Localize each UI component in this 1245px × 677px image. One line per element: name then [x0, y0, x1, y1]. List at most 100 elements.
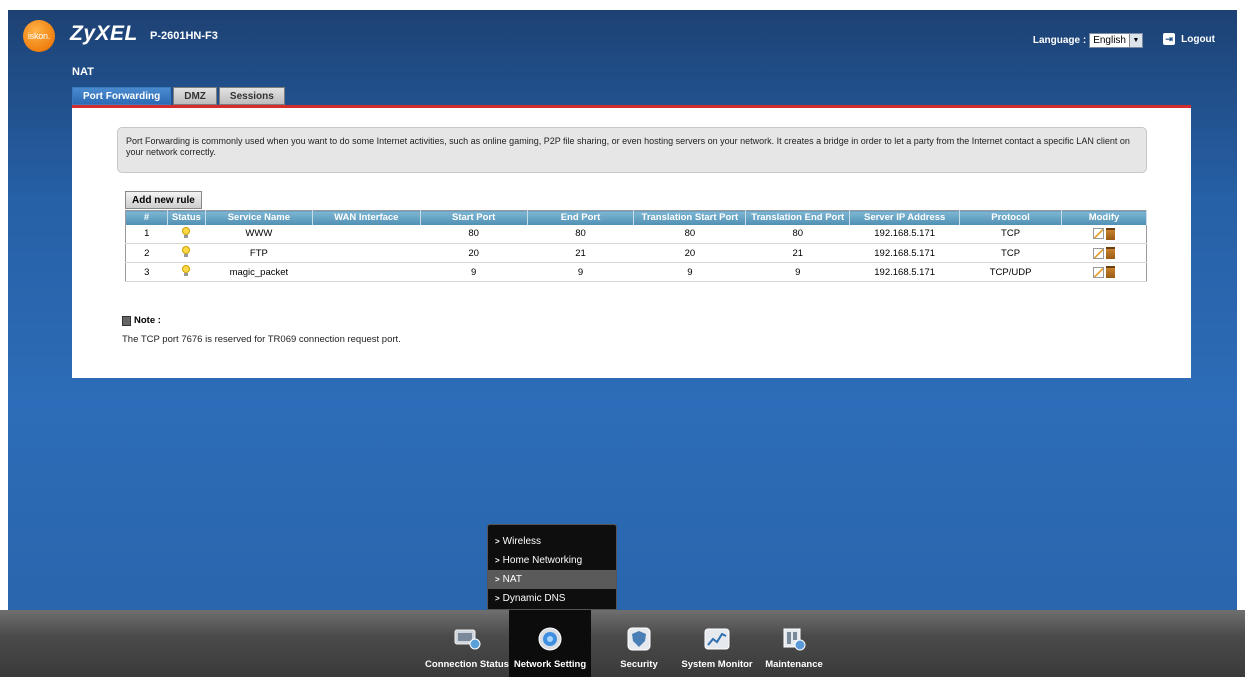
chevron-right-icon: > — [495, 594, 500, 603]
header: iskon. ZyXEL P-2601HN-F3 Language : Engl… — [8, 10, 1237, 62]
nav-label: Maintenance — [765, 659, 823, 670]
modify-cell — [1061, 262, 1147, 282]
chevron-right-icon: > — [495, 556, 500, 565]
col-end-port: End Port — [527, 210, 635, 225]
row-number: 1 — [125, 224, 168, 244]
note-section: Note : The TCP port 7676 is reserved for… — [122, 315, 401, 345]
nav-label: Connection Status — [425, 659, 509, 670]
service-name-cell: magic_packet — [205, 262, 313, 282]
nav-connection-status[interactable]: Connection Status — [425, 610, 509, 677]
submenu-item-dynamic-dns[interactable]: > Dynamic DNS — [488, 589, 616, 608]
col-modify: Modify — [1061, 210, 1147, 225]
delete-icon[interactable] — [1105, 227, 1115, 240]
status-bulb-icon — [182, 246, 191, 257]
nav-maintenance[interactable]: Maintenance — [763, 610, 825, 677]
translation-start-port-cell: 9 — [633, 262, 746, 282]
col-number: # — [125, 210, 168, 225]
row-number: 3 — [125, 262, 168, 282]
note-icon — [122, 315, 131, 326]
protocol-cell: TCP — [959, 243, 1062, 263]
isp-logo: iskon. — [23, 20, 55, 52]
network-setting-submenu: > Wireless > Home Networking > NAT > Dynamic… — [487, 524, 617, 610]
tab-bar: Port Forwarding DMZ Sessions — [72, 87, 287, 105]
table-row: 3 magic_packet 9 9 9 9 192.168.5.171 TCP… — [125, 262, 1147, 282]
note-text: The TCP port 7676 is reserved for TR069 … — [122, 334, 401, 345]
nav-network-setting[interactable]: Network Setting — [509, 610, 591, 677]
nav-system-monitor[interactable]: System Monitor — [678, 610, 756, 677]
status-bulb-icon — [182, 226, 191, 238]
wan-interface-cell — [312, 224, 421, 244]
edit-icon[interactable] — [1092, 247, 1104, 259]
chevron-right-icon: > — [495, 537, 500, 546]
col-service-name: Service Name — [205, 210, 313, 225]
language-label: Language : — [1032, 35, 1087, 46]
row-number: 2 — [125, 243, 168, 263]
table-header-row: # Status Service Name WAN Interface Star… — [125, 210, 1147, 225]
tab-sessions[interactable]: Sessions — [218, 87, 285, 105]
submenu-item-nat[interactable]: > NAT — [488, 570, 616, 589]
content-panel: Port Forwarding is commonly used when yo… — [72, 108, 1191, 378]
protocol-cell: TCP/UDP — [959, 262, 1062, 282]
col-translation-end-port: Translation End Port — [745, 210, 851, 225]
brand-logo: ZyXEL — [70, 22, 138, 45]
add-new-rule-button[interactable]: Add new rule — [125, 191, 202, 209]
service-name-cell: FTP — [205, 243, 313, 263]
delete-icon[interactable] — [1105, 266, 1115, 278]
submenu-item-home-networking[interactable]: > Home Networking — [488, 551, 616, 570]
security-shield-icon — [625, 627, 653, 651]
note-heading: Note : — [122, 315, 401, 326]
edit-icon[interactable] — [1092, 266, 1104, 278]
translation-start-port-cell: 80 — [633, 224, 746, 244]
tab-port-forwarding[interactable]: Port Forwarding — [72, 87, 172, 105]
col-translation-start-port: Translation Start Port — [633, 210, 747, 225]
maintenance-icon — [780, 627, 808, 651]
nav-label: Security — [620, 659, 658, 670]
end-port-cell: 9 — [527, 262, 634, 282]
table-row: 2 FTP 20 21 20 21 192.168.5.171 TCP — [125, 243, 1147, 263]
status-cell — [167, 224, 206, 244]
port-forwarding-table: # Status Service Name WAN Interface Star… — [125, 210, 1147, 282]
col-protocol: Protocol — [959, 210, 1062, 225]
submenu-label: Home Networking — [502, 555, 583, 566]
service-name-cell: WWW — [205, 224, 313, 244]
nav-security[interactable]: Security — [603, 610, 675, 677]
status-cell — [167, 262, 206, 282]
status-cell — [167, 243, 206, 263]
server-ip-cell: 192.168.5.171 — [849, 243, 960, 263]
language-select[interactable]: English ▼ — [1089, 33, 1143, 48]
model-name: P-2601HN-F3 — [150, 30, 218, 42]
server-ip-cell: 192.168.5.171 — [849, 262, 960, 282]
col-status: Status — [167, 210, 206, 225]
chevron-down-icon[interactable]: ▼ — [1129, 34, 1142, 47]
language-value: English — [1093, 35, 1126, 46]
server-ip-cell: 192.168.5.171 — [849, 224, 960, 244]
start-port-cell: 20 — [420, 243, 528, 263]
submenu-label: NAT — [502, 574, 522, 585]
nav-label: System Monitor — [681, 659, 753, 670]
end-port-cell: 80 — [527, 224, 634, 244]
wan-interface-cell — [312, 262, 421, 282]
system-monitor-icon — [703, 627, 731, 651]
network-setting-icon — [536, 627, 564, 651]
submenu-item-wireless[interactable]: > Wireless — [488, 532, 616, 551]
translation-end-port-cell: 9 — [745, 262, 850, 282]
submenu-label: Wireless — [502, 536, 542, 547]
end-port-cell: 21 — [527, 243, 634, 263]
col-wan-interface: WAN Interface — [312, 210, 421, 225]
top-frame — [0, 0, 1245, 10]
protocol-cell: TCP — [959, 224, 1062, 244]
right-frame — [1237, 0, 1245, 610]
start-port-cell: 9 — [420, 262, 528, 282]
logout-label: Logout — [1181, 33, 1215, 45]
edit-icon[interactable] — [1092, 228, 1104, 240]
logout-icon: ⇥ — [1163, 33, 1176, 45]
submenu-label: Dynamic DNS — [502, 593, 566, 604]
col-server-ip: Server IP Address — [849, 210, 961, 225]
logout-button[interactable]: ⇥ Logout — [1163, 33, 1215, 45]
delete-icon[interactable] — [1105, 247, 1115, 259]
info-box: Port Forwarding is commonly used when yo… — [117, 127, 1147, 173]
tab-dmz[interactable]: DMZ — [173, 87, 217, 105]
table-row: 1 WWW 80 80 80 80 192.168.5.171 TCP — [125, 224, 1147, 244]
status-bulb-icon — [182, 265, 191, 276]
col-start-port: Start Port — [420, 210, 528, 225]
